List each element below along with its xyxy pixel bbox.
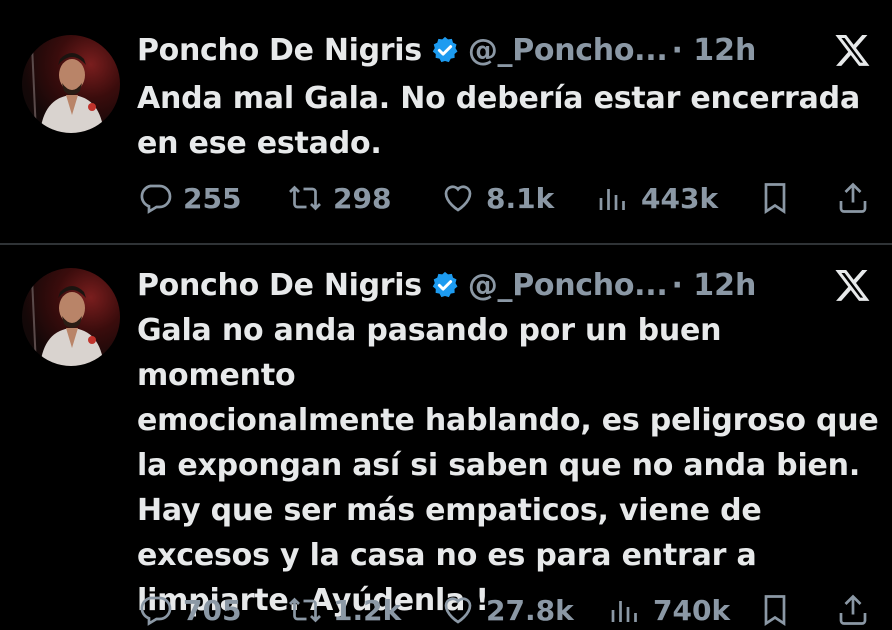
x-logo-icon: [834, 31, 872, 69]
repost-count: 298: [333, 181, 392, 215]
tweet-timestamp[interactable]: · 12h: [671, 268, 756, 303]
bookmark-button[interactable]: [757, 178, 793, 218]
repost-button[interactable]: 1.2k: [287, 590, 401, 630]
views-count: 443k: [641, 181, 719, 215]
tweet-text: Anda mal Gala. No debería estar encerrad…: [137, 81, 860, 161]
tweet-actions: 255 298 8.1k 443k: [137, 178, 877, 218]
views-icon: [611, 601, 637, 622]
bookmark-icon: [764, 183, 786, 215]
views-icon: [599, 189, 625, 210]
tweet-actions: 705 1.2k 27.8k 740k: [137, 590, 877, 630]
views-button[interactable]: 740k: [607, 590, 730, 630]
bookmark-icon: [764, 595, 786, 627]
share-button[interactable]: [835, 178, 871, 218]
tweet-timestamp[interactable]: · 12h: [671, 33, 756, 68]
like-button[interactable]: 27.8k: [440, 590, 574, 630]
views-button[interactable]: 443k: [595, 178, 718, 218]
repost-count: 1.2k: [333, 593, 402, 627]
x-logo-icon: [834, 266, 872, 304]
reply-button[interactable]: 255: [137, 178, 241, 218]
avatar[interactable]: [22, 268, 120, 366]
author-name[interactable]: Poncho De Nigris: [137, 33, 422, 68]
share-button[interactable]: [835, 590, 871, 630]
share-icon: [839, 594, 867, 625]
verified-badge-icon: [430, 270, 460, 300]
author-handle[interactable]: @_Poncho...: [468, 33, 668, 68]
share-icon: [839, 182, 867, 213]
like-button[interactable]: 8.1k: [440, 178, 554, 218]
reply-button[interactable]: 705: [137, 590, 241, 630]
tweet-header: Poncho De Nigris @_Poncho... · 12h: [137, 265, 756, 305]
verified-badge-icon: [430, 35, 460, 65]
reply-icon: [140, 596, 172, 626]
author-name[interactable]: Poncho De Nigris: [137, 268, 422, 303]
repost-button[interactable]: 298: [287, 178, 391, 218]
reply-count: 705: [183, 593, 242, 627]
like-count: 8.1k: [486, 181, 555, 215]
tweet-card[interactable]: Poncho De Nigris @_Poncho... · 12h Gala …: [0, 245, 892, 627]
heart-icon: [444, 597, 472, 624]
heart-icon: [444, 185, 472, 212]
bookmark-button[interactable]: [757, 590, 793, 630]
tweet-header: Poncho De Nigris @_Poncho... · 12h: [137, 30, 756, 70]
tweet-card[interactable]: Poncho De Nigris @_Poncho... · 12h Anda …: [0, 0, 892, 243]
like-count: 27.8k: [486, 593, 574, 627]
reply-icon: [140, 184, 172, 214]
author-handle[interactable]: @_Poncho...: [468, 268, 668, 303]
repost-icon: [289, 597, 321, 623]
reply-count: 255: [183, 181, 242, 215]
repost-icon: [289, 185, 321, 211]
views-count: 740k: [653, 593, 731, 627]
avatar[interactable]: [22, 35, 120, 133]
tweet-text: Gala no anda pasando por un buen momento…: [137, 313, 879, 618]
